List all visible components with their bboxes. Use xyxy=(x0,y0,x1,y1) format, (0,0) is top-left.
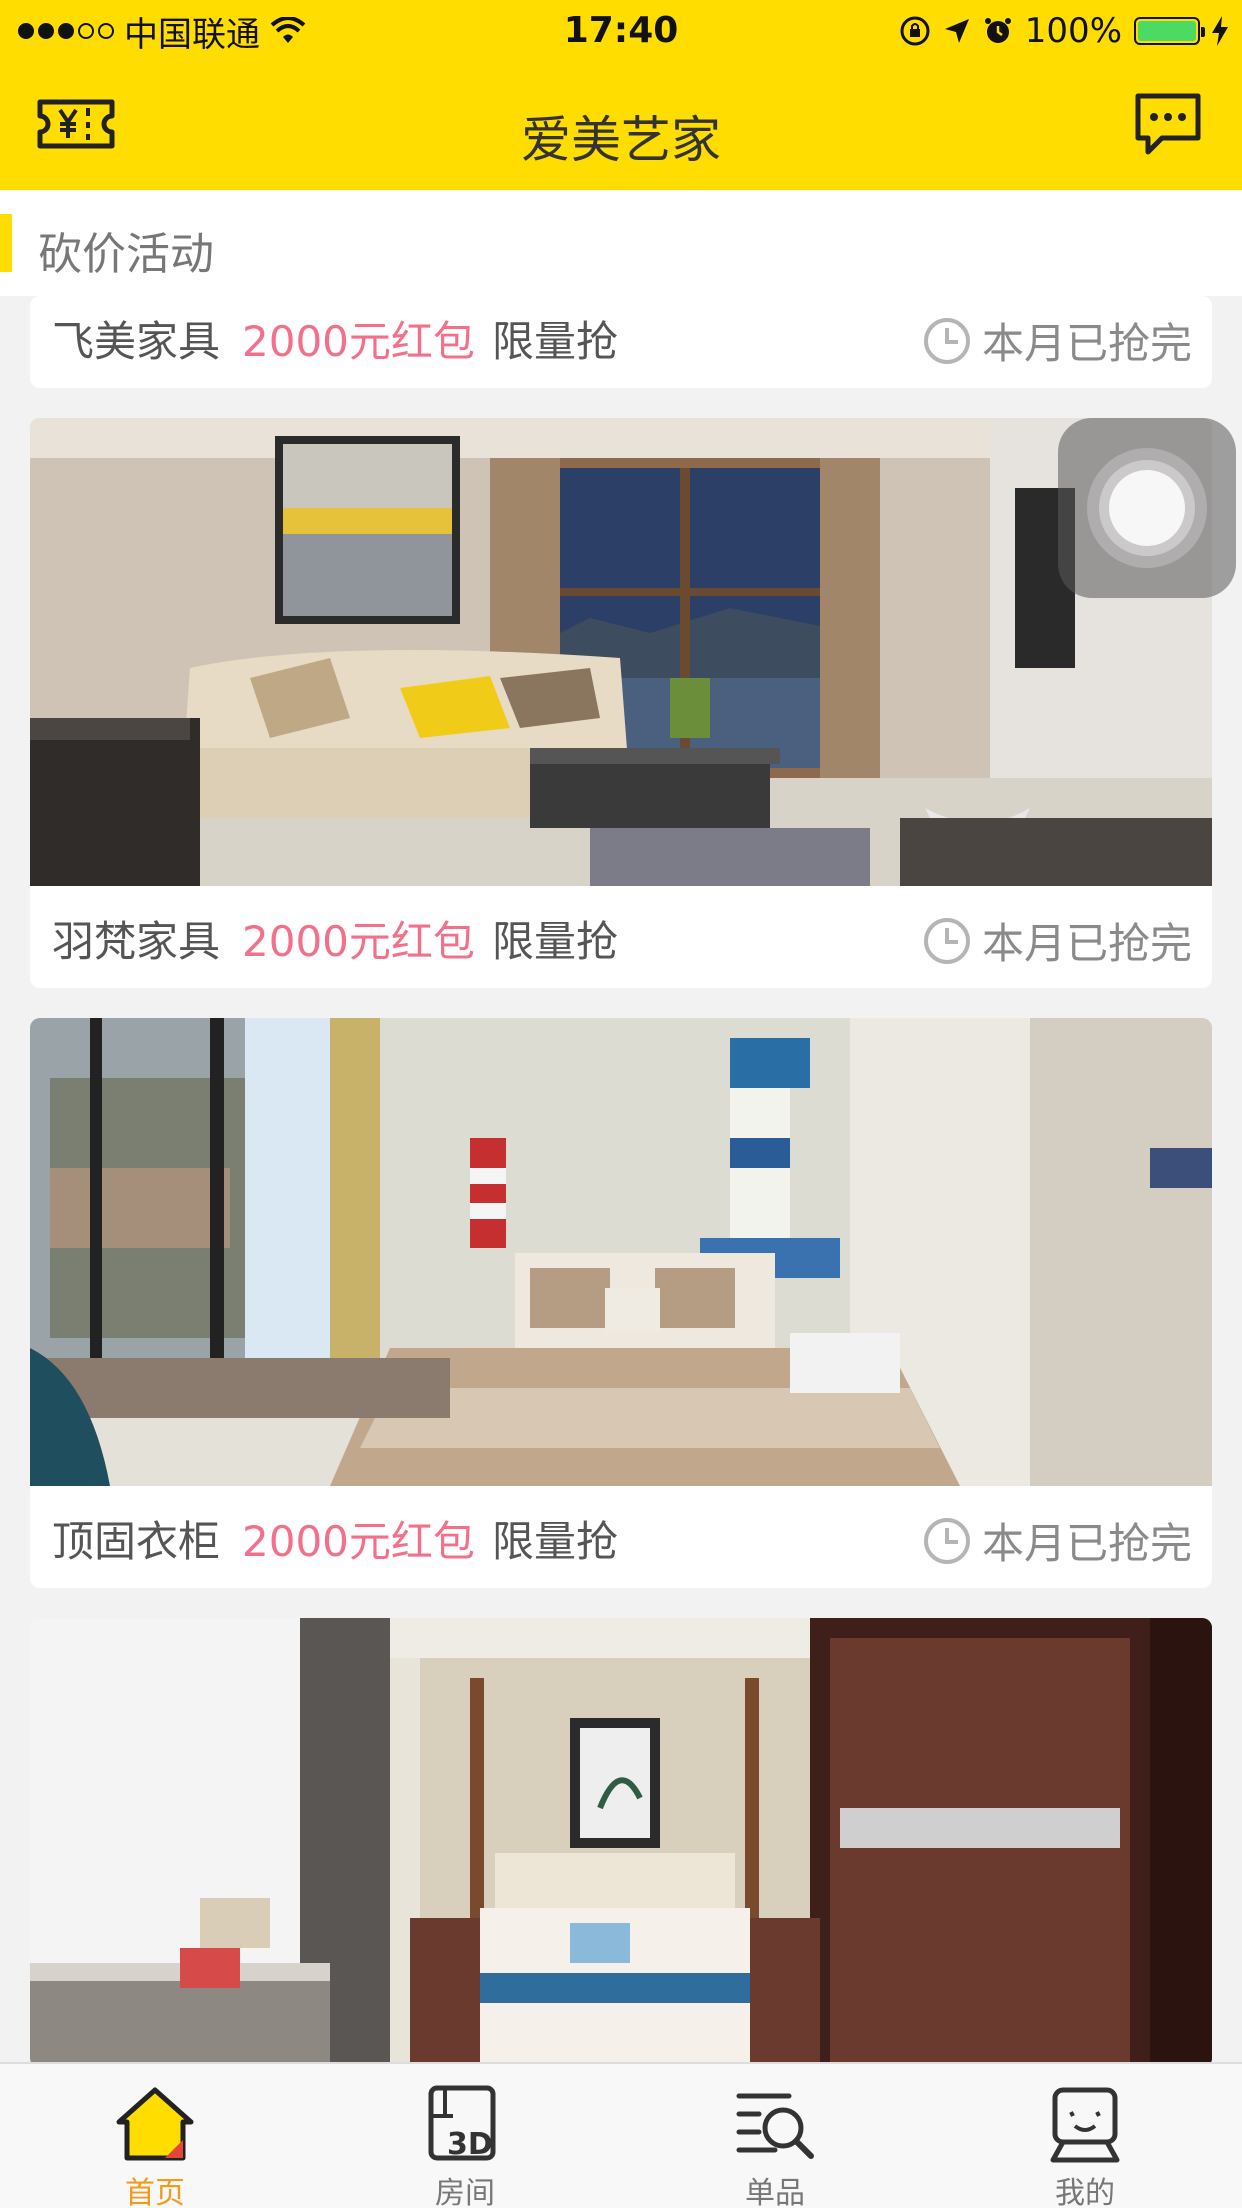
deal-status-label: 本月已抢完 xyxy=(981,319,1192,368)
svg-text:3D: 3D xyxy=(447,2127,493,2162)
clock-icon xyxy=(923,917,970,964)
product-search-icon xyxy=(736,2093,814,2159)
room-3d-icon: 3D xyxy=(428,2085,496,2162)
tab-product[interactable]: 单品 xyxy=(620,2064,930,2208)
deal-price: 2000元红包 xyxy=(242,917,475,966)
deal-brand: 羽梵家具 xyxy=(52,917,221,966)
deal-card[interactable]: 羽梵家具 2000元红包 限量抢 本月已抢完 xyxy=(30,418,1212,988)
section-title: 砍价活动 xyxy=(38,229,214,280)
deal-status-label: 本月已抢完 xyxy=(981,1519,1192,1568)
deal-tag: 限量抢 xyxy=(492,1517,619,1566)
assistive-touch-button[interactable] xyxy=(1058,418,1236,598)
tab-profile[interactable]: 我的 xyxy=(930,2064,1240,2208)
rotation-lock-icon xyxy=(900,16,930,46)
tab-room-label: 房间 xyxy=(435,2176,495,2208)
clock-icon xyxy=(923,317,970,364)
assistive-touch-icon xyxy=(1087,448,1207,568)
tab-home[interactable]: 首页 xyxy=(0,2064,310,2208)
charging-icon xyxy=(1212,16,1228,46)
deal-card[interactable] xyxy=(30,1618,1212,2068)
living-room-image xyxy=(30,418,1212,886)
location-icon xyxy=(944,19,969,43)
nav-bar: 爱美艺家 xyxy=(0,62,1242,190)
tab-room[interactable]: 3D 房间 xyxy=(310,2064,620,2208)
deal-info: 羽梵家具 2000元红包 限量抢 本月已抢完 xyxy=(30,886,1212,988)
deal-card[interactable]: 飞美家具 2000元红包 限量抢 本月已抢完 xyxy=(30,296,1212,388)
section-header: 砍价活动 xyxy=(0,190,1242,296)
deal-brand: 顶固衣柜 xyxy=(52,1517,221,1566)
page-title: 爱美艺家 xyxy=(521,111,721,169)
deal-status: 本月已抢完 xyxy=(922,310,1192,371)
section-accent-bar xyxy=(0,214,12,272)
home-icon xyxy=(116,2087,194,2161)
tab-product-label: 单品 xyxy=(745,2176,805,2208)
battery-percent: 100% xyxy=(1024,11,1122,51)
app-screen: 中国联通 17:40 100% 爱美艺家 砍价活动 飞美家具 2000元红包 限… xyxy=(0,0,1242,2208)
status-bar: 中国联通 17:40 100% xyxy=(0,0,1242,62)
tab-profile-label: 我的 xyxy=(1055,2176,1115,2208)
deal-brand: 飞美家具 xyxy=(52,317,221,366)
deal-price: 2000元红包 xyxy=(242,1517,475,1566)
bedroom-image xyxy=(30,1018,1212,1486)
deal-status: 本月已抢完 xyxy=(922,910,1192,971)
deal-card[interactable]: 顶固衣柜 2000元红包 限量抢 本月已抢完 xyxy=(30,1018,1212,1588)
clock-icon xyxy=(923,1517,970,1564)
tab-home-label: 首页 xyxy=(125,2176,185,2208)
deal-tag: 限量抢 xyxy=(492,917,619,966)
deal-info: 飞美家具 2000元红包 限量抢 本月已抢完 xyxy=(30,296,1212,388)
master-bedroom-image xyxy=(30,1618,1212,2068)
deal-info: 顶固衣柜 2000元红包 限量抢 本月已抢完 xyxy=(30,1486,1212,1588)
deal-status-label: 本月已抢完 xyxy=(981,919,1192,968)
deal-tag: 限量抢 xyxy=(492,317,619,366)
message-icon xyxy=(1135,93,1201,155)
status-right: 100% xyxy=(899,10,1228,52)
message-button[interactable] xyxy=(1132,92,1204,158)
alarm-icon xyxy=(984,18,1011,43)
tab-bar: 首页 3D 房间 单品 我的 xyxy=(0,2062,1242,2208)
deal-price: 2000元红包 xyxy=(242,317,475,366)
profile-icon xyxy=(1050,2087,1120,2163)
deal-status: 本月已抢完 xyxy=(922,1510,1192,1571)
battery-icon xyxy=(1134,17,1205,45)
